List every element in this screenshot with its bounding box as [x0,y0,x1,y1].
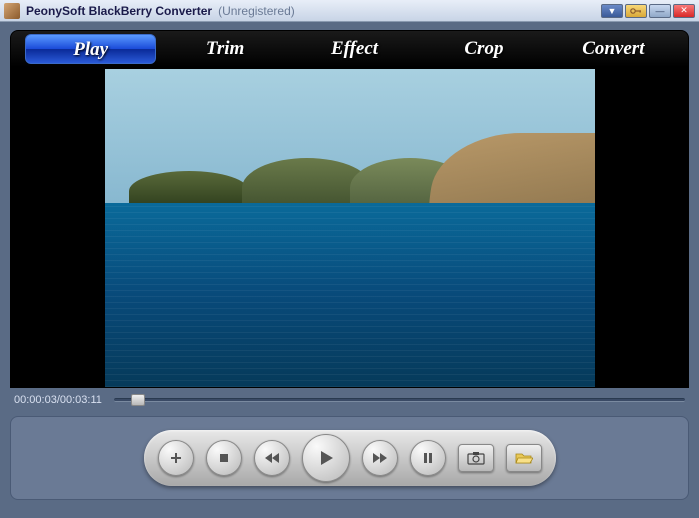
time-total: 00:03:11 [60,394,102,406]
forward-button[interactable] [362,440,398,476]
play-button[interactable] [302,434,350,482]
app-title: PeonySoft BlackBerry Converter [26,4,212,18]
titlebar-buttons: ▼ — ✕ [601,4,695,18]
control-panel [10,416,689,500]
registration-status: (Unregistered) [218,4,295,18]
plus-icon [169,451,183,465]
stop-icon [217,451,231,465]
time-display: 00:00:03/00:03:11 [14,394,102,406]
tab-convert[interactable]: Convert [549,38,678,60]
pause-button[interactable] [410,440,446,476]
rewind-button[interactable] [254,440,290,476]
pause-icon [421,451,435,465]
forward-icon [372,451,388,465]
close-button[interactable]: ✕ [673,4,695,18]
snapshot-button[interactable] [458,444,494,472]
camera-icon [467,451,485,465]
control-pill [144,430,556,486]
app-icon [4,3,20,19]
add-button[interactable] [158,440,194,476]
video-preview-area [10,68,689,388]
tab-play[interactable]: Play [25,34,156,64]
progress-thumb[interactable] [131,394,145,406]
time-row: 00:00:03/00:03:11 [14,394,685,406]
open-button[interactable] [506,444,542,472]
dropdown-button[interactable]: ▼ [601,4,623,18]
folder-open-icon [515,451,533,465]
titlebar: PeonySoft BlackBerry Converter (Unregist… [0,0,699,22]
play-icon [316,448,336,468]
register-key-button[interactable] [625,4,647,18]
minimize-button[interactable]: — [649,4,671,18]
video-frame[interactable] [105,69,595,387]
time-current: 00:00:03 [14,394,57,406]
tab-effect[interactable]: Effect [290,38,419,60]
tab-crop[interactable]: Crop [419,38,548,60]
tab-trim[interactable]: Trim [160,38,289,60]
progress-slider[interactable] [114,398,685,402]
stop-button[interactable] [206,440,242,476]
rewind-icon [264,451,280,465]
tab-strip: Play Trim Effect Crop Convert [10,30,689,68]
